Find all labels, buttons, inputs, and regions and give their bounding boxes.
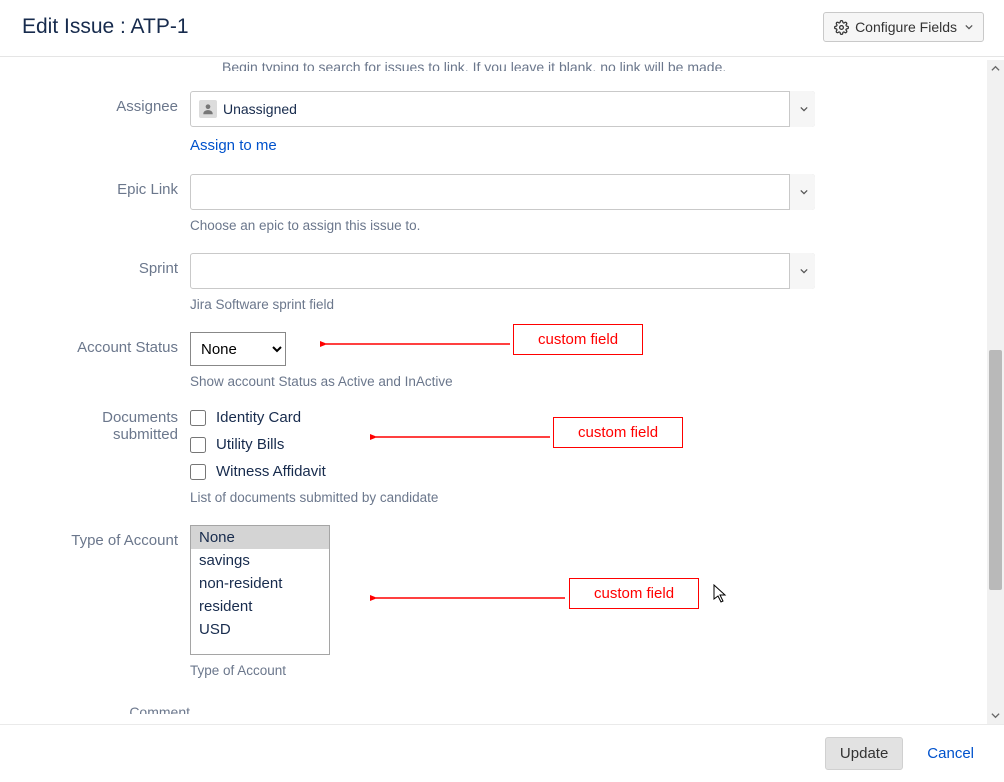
comment-row: Comment (20, 700, 984, 714)
dialog-footer: Update Cancel (0, 724, 1004, 782)
chevron-down-icon (991, 711, 1000, 720)
assignee-dropdown-toggle[interactable] (789, 91, 815, 127)
update-button[interactable]: Update (825, 737, 903, 770)
documents-label-1: Documents (102, 409, 178, 426)
form-scroll-area: Begin typing to search for issues to lin… (0, 57, 1004, 715)
link-issue-helper: Begin typing to search for issues to lin… (222, 57, 984, 71)
epic-link-label: Epic Link (20, 174, 190, 198)
account-status-helper: Show account Status as Active and InActi… (190, 374, 815, 389)
chevron-down-icon (800, 188, 808, 196)
epic-helper: Choose an epic to assign this issue to. (190, 218, 815, 233)
scrollbar-thumb[interactable] (989, 350, 1002, 590)
sprint-label: Sprint (20, 253, 190, 277)
documents-label-2: submitted (113, 426, 178, 443)
documents-helper: List of documents submitted by candidate (190, 490, 815, 505)
documents-option-1: Utility Bills (190, 436, 815, 453)
documents-checkbox-2[interactable] (190, 464, 206, 480)
assignee-label: Assignee (20, 91, 190, 115)
dialog-header: Edit Issue : ATP-1 Configure Fields (0, 0, 1004, 57)
assignee-row: Assignee Unassigned Assign to me (20, 91, 984, 154)
account-type-label: Type of Account (20, 525, 190, 549)
chevron-down-icon (800, 267, 808, 275)
account-type-helper: Type of Account (190, 663, 815, 678)
vertical-scrollbar[interactable] (987, 60, 1004, 724)
scrollbar-up-button[interactable] (987, 60, 1004, 77)
documents-option-2: Witness Affidavit (190, 463, 815, 480)
epic-link-picker[interactable] (190, 174, 815, 210)
epic-dropdown-toggle[interactable] (789, 174, 815, 210)
account-type-row: Type of Account None savings non-residen… (20, 525, 984, 678)
documents-row: Documents submitted Identity Card Utilit… (20, 409, 984, 505)
documents-option-label: Identity Card (216, 409, 301, 426)
documents-checkbox-1[interactable] (190, 437, 206, 453)
epic-link-row: Epic Link Choose an epic to assign this … (20, 174, 984, 233)
assignee-value: Unassigned (223, 101, 297, 117)
gear-icon (834, 20, 849, 35)
sprint-dropdown-toggle[interactable] (789, 253, 815, 289)
account-status-row: Account Status None Show account Status … (20, 332, 984, 389)
sprint-picker[interactable] (190, 253, 815, 289)
chevron-down-icon (965, 23, 973, 31)
documents-option-label: Utility Bills (216, 436, 284, 453)
account-type-option-3[interactable]: resident (191, 595, 329, 618)
comment-label: Comment (20, 700, 190, 714)
assign-to-me-link[interactable]: Assign to me (190, 137, 277, 154)
dialog-title: Edit Issue : ATP-1 (22, 15, 189, 39)
scrollbar-down-button[interactable] (987, 707, 1004, 724)
documents-checkbox-0[interactable] (190, 410, 206, 426)
configure-fields-label: Configure Fields (855, 19, 957, 35)
account-status-select[interactable]: None (190, 332, 286, 366)
account-type-option-1[interactable]: savings (191, 549, 329, 572)
account-type-option-2[interactable]: non-resident (191, 572, 329, 595)
chevron-up-icon (991, 64, 1000, 73)
unassigned-avatar-icon (199, 100, 217, 118)
sprint-helper: Jira Software sprint field (190, 297, 815, 312)
assignee-picker[interactable]: Unassigned (190, 91, 815, 127)
documents-option-0: Identity Card (190, 409, 815, 426)
sprint-row: Sprint Jira Software sprint field (20, 253, 984, 312)
account-type-multiselect[interactable]: None savings non-resident resident USD (190, 525, 330, 655)
configure-fields-button[interactable]: Configure Fields (823, 12, 984, 42)
documents-option-label: Witness Affidavit (216, 463, 326, 480)
account-type-option-0[interactable]: None (191, 526, 329, 549)
cancel-button[interactable]: Cancel (921, 744, 980, 763)
chevron-down-icon (800, 105, 808, 113)
account-status-label: Account Status (20, 332, 190, 356)
account-type-option-4[interactable]: USD (191, 618, 329, 641)
